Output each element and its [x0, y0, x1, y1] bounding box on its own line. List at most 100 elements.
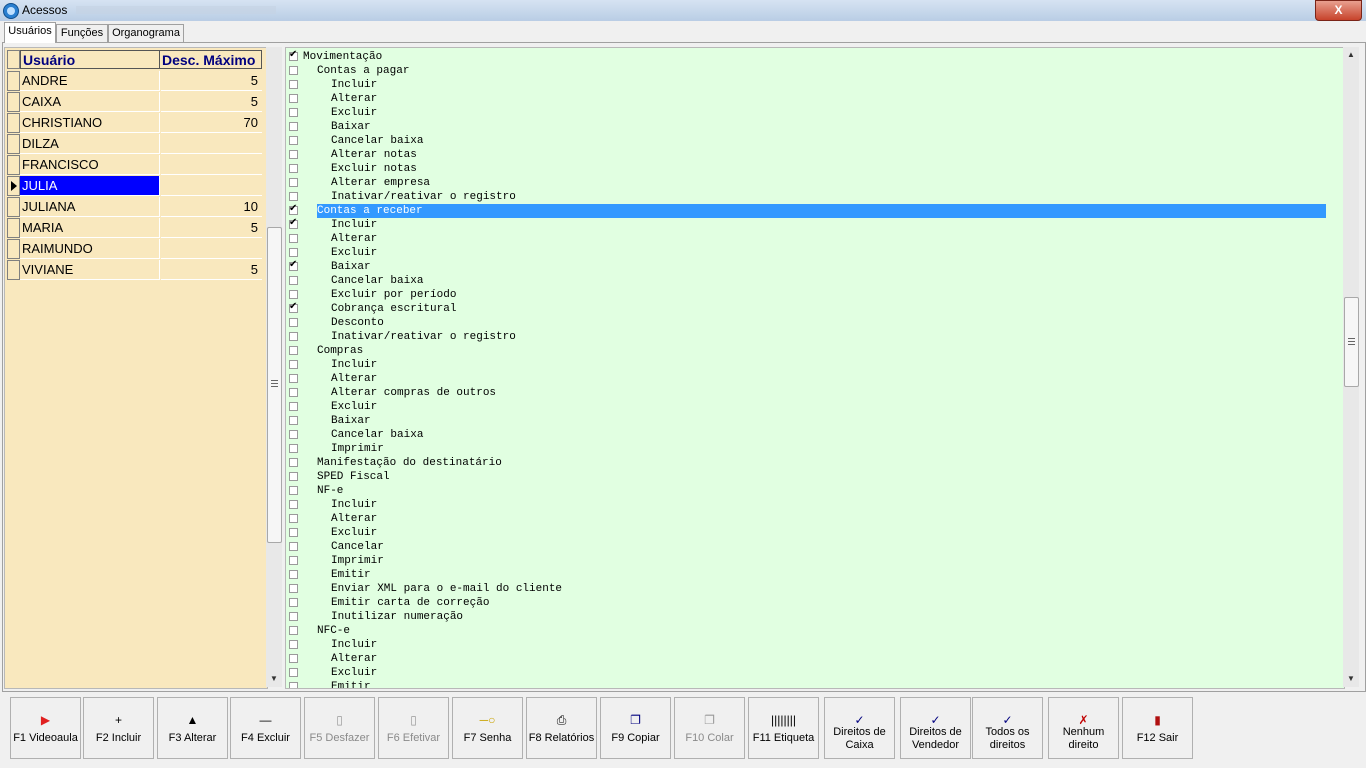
permission-checkbox[interactable]: [289, 301, 298, 313]
tree-item[interactable]: Excluir por período: [286, 288, 1344, 302]
tree-item[interactable]: Alterar: [286, 372, 1344, 386]
desc-maximo-cell[interactable]: 70: [161, 113, 262, 133]
colar-button[interactable]: ❐ F10 Colar: [674, 697, 745, 759]
permission-label[interactable]: Contas a receber: [317, 204, 1326, 218]
tree-item[interactable]: Cancelar baixa: [286, 134, 1344, 148]
tree-item[interactable]: Incluir: [286, 358, 1344, 372]
permission-checkbox[interactable]: [289, 640, 298, 649]
permission-checkbox[interactable]: [289, 122, 298, 131]
user-name-cell[interactable]: VIVIANE: [20, 260, 160, 280]
permission-checkbox[interactable]: [289, 598, 298, 607]
permission-checkbox[interactable]: [289, 542, 298, 551]
desc-maximo-cell[interactable]: 5: [161, 92, 262, 112]
row-indicator[interactable]: [7, 260, 20, 280]
tree-item[interactable]: Inativar/reativar o registro: [286, 190, 1344, 204]
permission-checkbox[interactable]: [289, 626, 298, 635]
permission-label[interactable]: Alterar: [331, 512, 377, 526]
permission-label[interactable]: Baixar: [331, 120, 371, 134]
tree-item[interactable]: Imprimir: [286, 442, 1344, 456]
row-indicator[interactable]: [7, 239, 20, 259]
permission-checkbox[interactable]: [289, 514, 298, 523]
table-row[interactable]: FRANCISCO: [5, 155, 267, 176]
column-header-usuario[interactable]: Usuário: [20, 50, 160, 69]
tree-item[interactable]: Enviar XML para o e-mail do cliente: [286, 582, 1344, 596]
tree-item[interactable]: Inativar/reativar o registro: [286, 330, 1344, 344]
permission-checkbox[interactable]: [289, 416, 298, 425]
permissions-scrollbar[interactable]: ▲ ▼: [1343, 47, 1359, 687]
permission-checkbox[interactable]: [289, 332, 298, 341]
desc-maximo-cell[interactable]: [161, 239, 262, 259]
table-row[interactable]: CHRISTIANO 70: [5, 113, 267, 134]
permission-checkbox[interactable]: [289, 49, 298, 61]
permission-checkbox[interactable]: [289, 217, 298, 229]
permission-label[interactable]: Excluir: [331, 666, 377, 680]
permission-checkbox[interactable]: [289, 556, 298, 565]
tree-item[interactable]: Incluir: [286, 78, 1344, 92]
permission-label[interactable]: Alterar compras de outros: [331, 386, 496, 400]
permission-checkbox[interactable]: [289, 248, 298, 257]
tree-item[interactable]: Desconto: [286, 316, 1344, 330]
permission-label[interactable]: Alterar empresa: [331, 176, 430, 190]
permission-checkbox[interactable]: [289, 318, 298, 327]
permission-checkbox[interactable]: [289, 234, 298, 243]
scroll-thumb[interactable]: [1344, 297, 1359, 387]
table-row[interactable]: RAIMUNDO: [5, 239, 267, 260]
permission-label[interactable]: Inutilizar numeração: [331, 610, 463, 624]
tree-item[interactable]: Emitir: [286, 680, 1344, 688]
permission-checkbox[interactable]: [289, 192, 298, 201]
permission-label[interactable]: Excluir por período: [331, 288, 456, 302]
permission-checkbox[interactable]: [289, 290, 298, 299]
permission-label[interactable]: Desconto: [331, 316, 384, 330]
permission-label[interactable]: Excluir notas: [331, 162, 417, 176]
table-row[interactable]: DILZA: [5, 134, 267, 155]
permission-label[interactable]: Enviar XML para o e-mail do cliente: [331, 582, 562, 596]
tree-item[interactable]: Baixar: [286, 120, 1344, 134]
permission-checkbox[interactable]: [289, 528, 298, 537]
desc-maximo-cell[interactable]: 5: [161, 260, 262, 280]
desc-maximo-cell[interactable]: 10: [161, 197, 262, 217]
tree-item[interactable]: Excluir: [286, 246, 1344, 260]
desc-maximo-cell[interactable]: 5: [161, 71, 262, 91]
permission-checkbox[interactable]: [289, 136, 298, 145]
permission-checkbox[interactable]: [289, 668, 298, 677]
permission-label[interactable]: Alterar: [331, 652, 377, 666]
table-row[interactable]: MARIA 5: [5, 218, 267, 239]
tree-item[interactable]: Cancelar: [286, 540, 1344, 554]
permission-checkbox[interactable]: [289, 584, 298, 593]
user-name-cell[interactable]: JULIA: [20, 176, 160, 196]
tree-item[interactable]: Contas a receber: [286, 203, 1344, 218]
scroll-up-arrow-icon[interactable]: ▲: [1343, 47, 1359, 63]
tree-item[interactable]: Excluir: [286, 526, 1344, 540]
permission-checkbox[interactable]: [289, 374, 298, 383]
permission-label[interactable]: Inativar/reativar o registro: [331, 330, 516, 344]
tree-item[interactable]: Incluir: [286, 498, 1344, 512]
row-indicator[interactable]: [7, 197, 20, 217]
permission-label[interactable]: Cancelar baixa: [331, 428, 423, 442]
close-button[interactable]: X: [1315, 0, 1362, 21]
user-name-cell[interactable]: CAIXA: [20, 92, 160, 112]
column-header-desc-maximo[interactable]: Desc. Máximo: [159, 50, 262, 69]
table-row[interactable]: CAIXA 5: [5, 92, 267, 113]
permission-label[interactable]: Cancelar baixa: [331, 134, 423, 148]
sair-button[interactable]: ▮ F12 Sair: [1122, 697, 1193, 759]
permission-checkbox[interactable]: [289, 164, 298, 173]
user-name-cell[interactable]: MARIA: [20, 218, 160, 238]
permission-label[interactable]: Incluir: [331, 358, 377, 372]
desc-maximo-cell[interactable]: [161, 176, 262, 196]
permission-label[interactable]: SPED Fiscal: [317, 470, 390, 484]
table-row[interactable]: JULIA: [5, 176, 267, 197]
efetivar-button[interactable]: ▯ F6 Efetivar: [378, 697, 449, 759]
tree-item[interactable]: Alterar: [286, 92, 1344, 106]
permission-checkbox[interactable]: [289, 612, 298, 621]
permission-label[interactable]: Baixar: [331, 260, 371, 274]
permission-label[interactable]: Incluir: [331, 78, 377, 92]
user-name-cell[interactable]: RAIMUNDO: [20, 239, 160, 259]
tree-item[interactable]: Cancelar baixa: [286, 428, 1344, 442]
tab-funcoes[interactable]: Funções: [56, 24, 108, 42]
tree-item[interactable]: Cobrança escritural: [286, 301, 1344, 316]
permission-checkbox[interactable]: [289, 486, 298, 495]
permission-label[interactable]: Incluir: [331, 638, 377, 652]
permission-label[interactable]: Baixar: [331, 414, 371, 428]
permissions-tree[interactable]: MovimentaçãoContas a pagarIncluirAlterar…: [285, 47, 1345, 689]
row-indicator[interactable]: [7, 71, 20, 91]
